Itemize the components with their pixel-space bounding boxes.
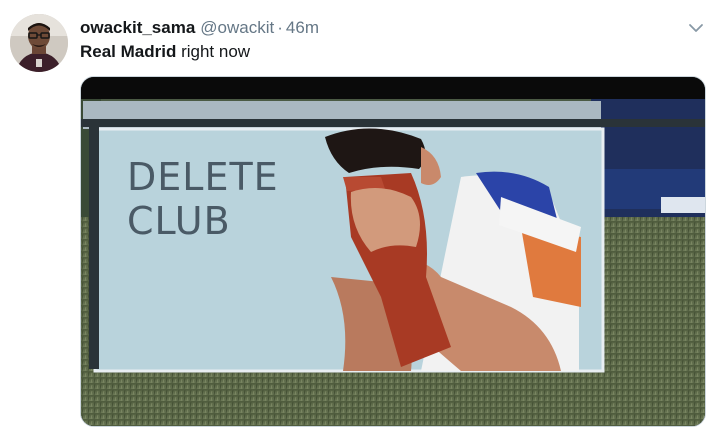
timestamp[interactable]: 46m (286, 18, 319, 37)
tweet-header: owackit_sama @owackit · 46m (80, 17, 680, 39)
user-handle[interactable]: @owackit (200, 18, 274, 37)
media-caption: DELETE CLUB (127, 155, 279, 243)
media-image (81, 77, 705, 426)
display-name[interactable]: owackit_sama (80, 18, 195, 37)
tweet-text-bold: Real Madrid (80, 42, 177, 61)
tweet-text: Real Madrid right now (80, 41, 250, 63)
chevron-down-icon (689, 24, 703, 32)
avatar[interactable] (10, 14, 68, 72)
tweet-media[interactable]: DELETE CLUB (80, 76, 706, 427)
tweet-menu-button[interactable] (684, 18, 708, 38)
media-caption-line2: CLUB (127, 199, 231, 243)
media-caption-line1: DELETE (127, 155, 279, 199)
tweet-text-rest: right now (176, 42, 251, 61)
separator-dot: · (277, 18, 283, 37)
tweet-card: owackit_sama @owackit · 46m Real Madrid rig… (0, 0, 720, 438)
avatar-image (10, 14, 68, 72)
